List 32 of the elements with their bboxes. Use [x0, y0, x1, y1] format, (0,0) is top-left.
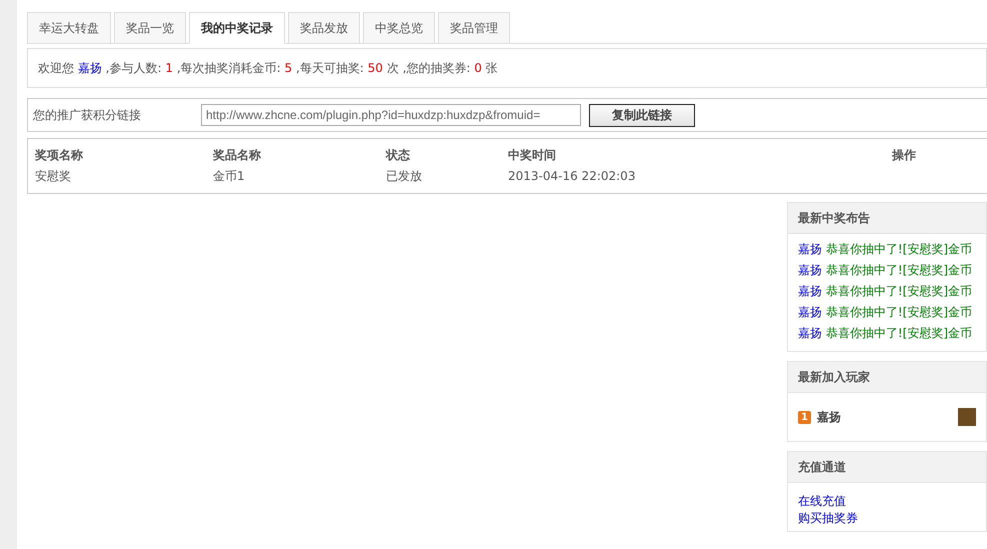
tab[interactable]: 幸运大转盘 [27, 12, 111, 44]
tab[interactable]: 奖品发放 [288, 12, 360, 44]
tab[interactable]: 我的中奖记录 [189, 12, 285, 44]
avatar-placeholder [958, 408, 976, 426]
panel-title: 充值通道 [798, 459, 846, 476]
announcement-item: 嘉扬 恭喜你抽中了![安慰奖]金币 [798, 240, 974, 258]
announcement-item: 嘉扬 恭喜你抽中了![安慰奖]金币 [798, 262, 974, 278]
column-header: 奖项名称 [35, 147, 84, 164]
recharge-link[interactable]: 购买抽奖券 [798, 510, 858, 527]
tab[interactable]: 奖品管理 [438, 12, 510, 44]
tab[interactable]: 中奖总览 [363, 12, 435, 44]
announcement-item: 嘉扬 恭喜你抽中了![安慰奖]金币 [798, 304, 974, 320]
table-cell-text: 2013-04-16 22:02:03 [508, 168, 636, 185]
link-field[interactable]: http://www.zhcne.com/plugin.php?id=huxdzp:huxdzp&fromuid= [201, 104, 581, 126]
recharge-link[interactable]: 在线充值 [798, 493, 846, 510]
announcement-item: 嘉扬 恭喜你抽中了![安慰奖]金币 [798, 282, 974, 300]
welcome-text: 欢迎您 嘉扬 ,参与人数: 1 ,每次抽奖消耗金币: 5 ,每天可抽奖: 50 次 ,您的抽奖券: 0 张 [38, 60, 498, 77]
table-cell-text: 已发放 [386, 168, 423, 185]
table-cell-text: 金币1 [213, 168, 246, 185]
copy-link-button[interactable]: 复制此链接 [589, 104, 695, 126]
column-header: 中奖时间 [508, 147, 557, 164]
column-header: 状态 [386, 147, 411, 164]
promo-label: 您的推广获积分链接 [33, 107, 142, 124]
rank-badge: 1 [798, 410, 811, 424]
column-header: 操作 [892, 147, 917, 164]
panel-title: 最新加入玩家 [798, 369, 870, 386]
table-cell-text: 安慰奖 [35, 168, 72, 185]
column-header: 奖品名称 [213, 147, 262, 164]
player-name: 嘉扬 [816, 409, 841, 426]
announcement-item: 嘉扬 恭喜你抽中了![安慰奖]金币 [798, 324, 974, 342]
tab[interactable]: 奖品一览 [114, 12, 186, 44]
panel-title: 最新中奖布告 [798, 210, 870, 227]
